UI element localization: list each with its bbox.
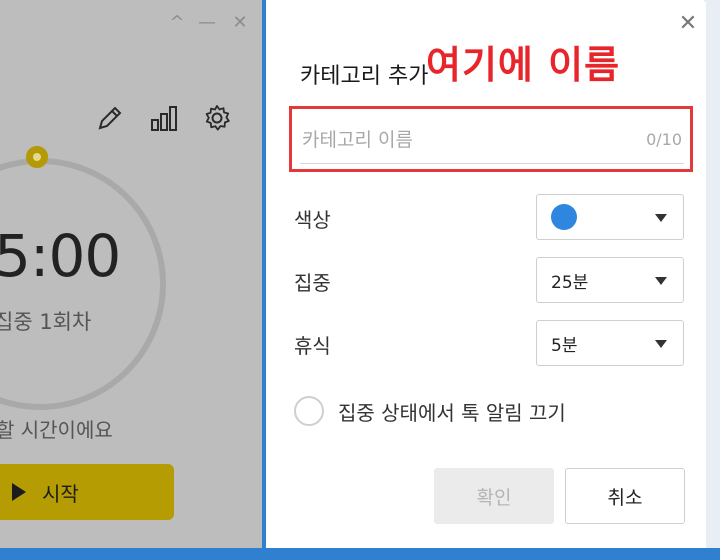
mute-notification-option[interactable]: 집중 상태에서 톡 알림 끄기 (294, 396, 566, 426)
selected-color-swatch (551, 204, 577, 230)
confirm-button[interactable]: 확인 (434, 468, 554, 524)
color-label: 색상 (294, 208, 331, 232)
color-select[interactable] (536, 194, 684, 240)
minimize-icon[interactable]: — (196, 12, 218, 34)
collapse-icon[interactable]: ^ (166, 12, 188, 34)
annotation-text: 여기에 이름 (426, 43, 621, 87)
start-label: 시작 (42, 481, 79, 506)
gear-icon[interactable] (203, 104, 231, 132)
session-label: 집중 1회차 (0, 310, 92, 334)
close-window-icon[interactable]: ✕ (229, 12, 251, 34)
add-category-dialog: ✕ 카테고리 추가 0/10 색상 집중 25분 휴식 5분 집중 상태에서 톡… (266, 2, 706, 548)
start-button[interactable]: 시작 (0, 464, 174, 520)
timer-progress-knob[interactable] (26, 146, 48, 168)
break-duration-select[interactable]: 5분 (536, 320, 684, 366)
mute-notification-radio[interactable] (294, 396, 324, 426)
chevron-down-icon (655, 214, 667, 222)
stats-icon[interactable] (150, 104, 178, 132)
play-icon (12, 483, 26, 501)
focus-duration-value: 25분 (551, 272, 589, 293)
dialog-title: 카테고리 추가 (300, 64, 429, 89)
break-label: 휴식 (294, 334, 331, 358)
timer-display: 5:00 (0, 222, 121, 290)
focus-duration-select[interactable]: 25분 (536, 257, 684, 303)
cancel-button[interactable]: 취소 (565, 468, 685, 524)
pencil-icon[interactable] (96, 104, 124, 132)
chevron-down-icon (655, 340, 667, 348)
taskbar-edge (0, 548, 720, 560)
timer-window: ^ — ✕ 5:00 집중 1회차 할 시간이에요 시작 (0, 0, 266, 560)
break-duration-value: 5분 (551, 335, 578, 356)
hint-text: 할 시간이에요 (0, 418, 113, 442)
desktop-strip (704, 0, 720, 560)
mute-notification-label: 집중 상태에서 톡 알림 끄기 (338, 400, 566, 425)
chevron-down-icon (655, 277, 667, 285)
focus-label: 집중 (294, 271, 331, 295)
dialog-close-icon[interactable]: ✕ (676, 12, 700, 36)
annotation-highlight-box (289, 106, 693, 172)
